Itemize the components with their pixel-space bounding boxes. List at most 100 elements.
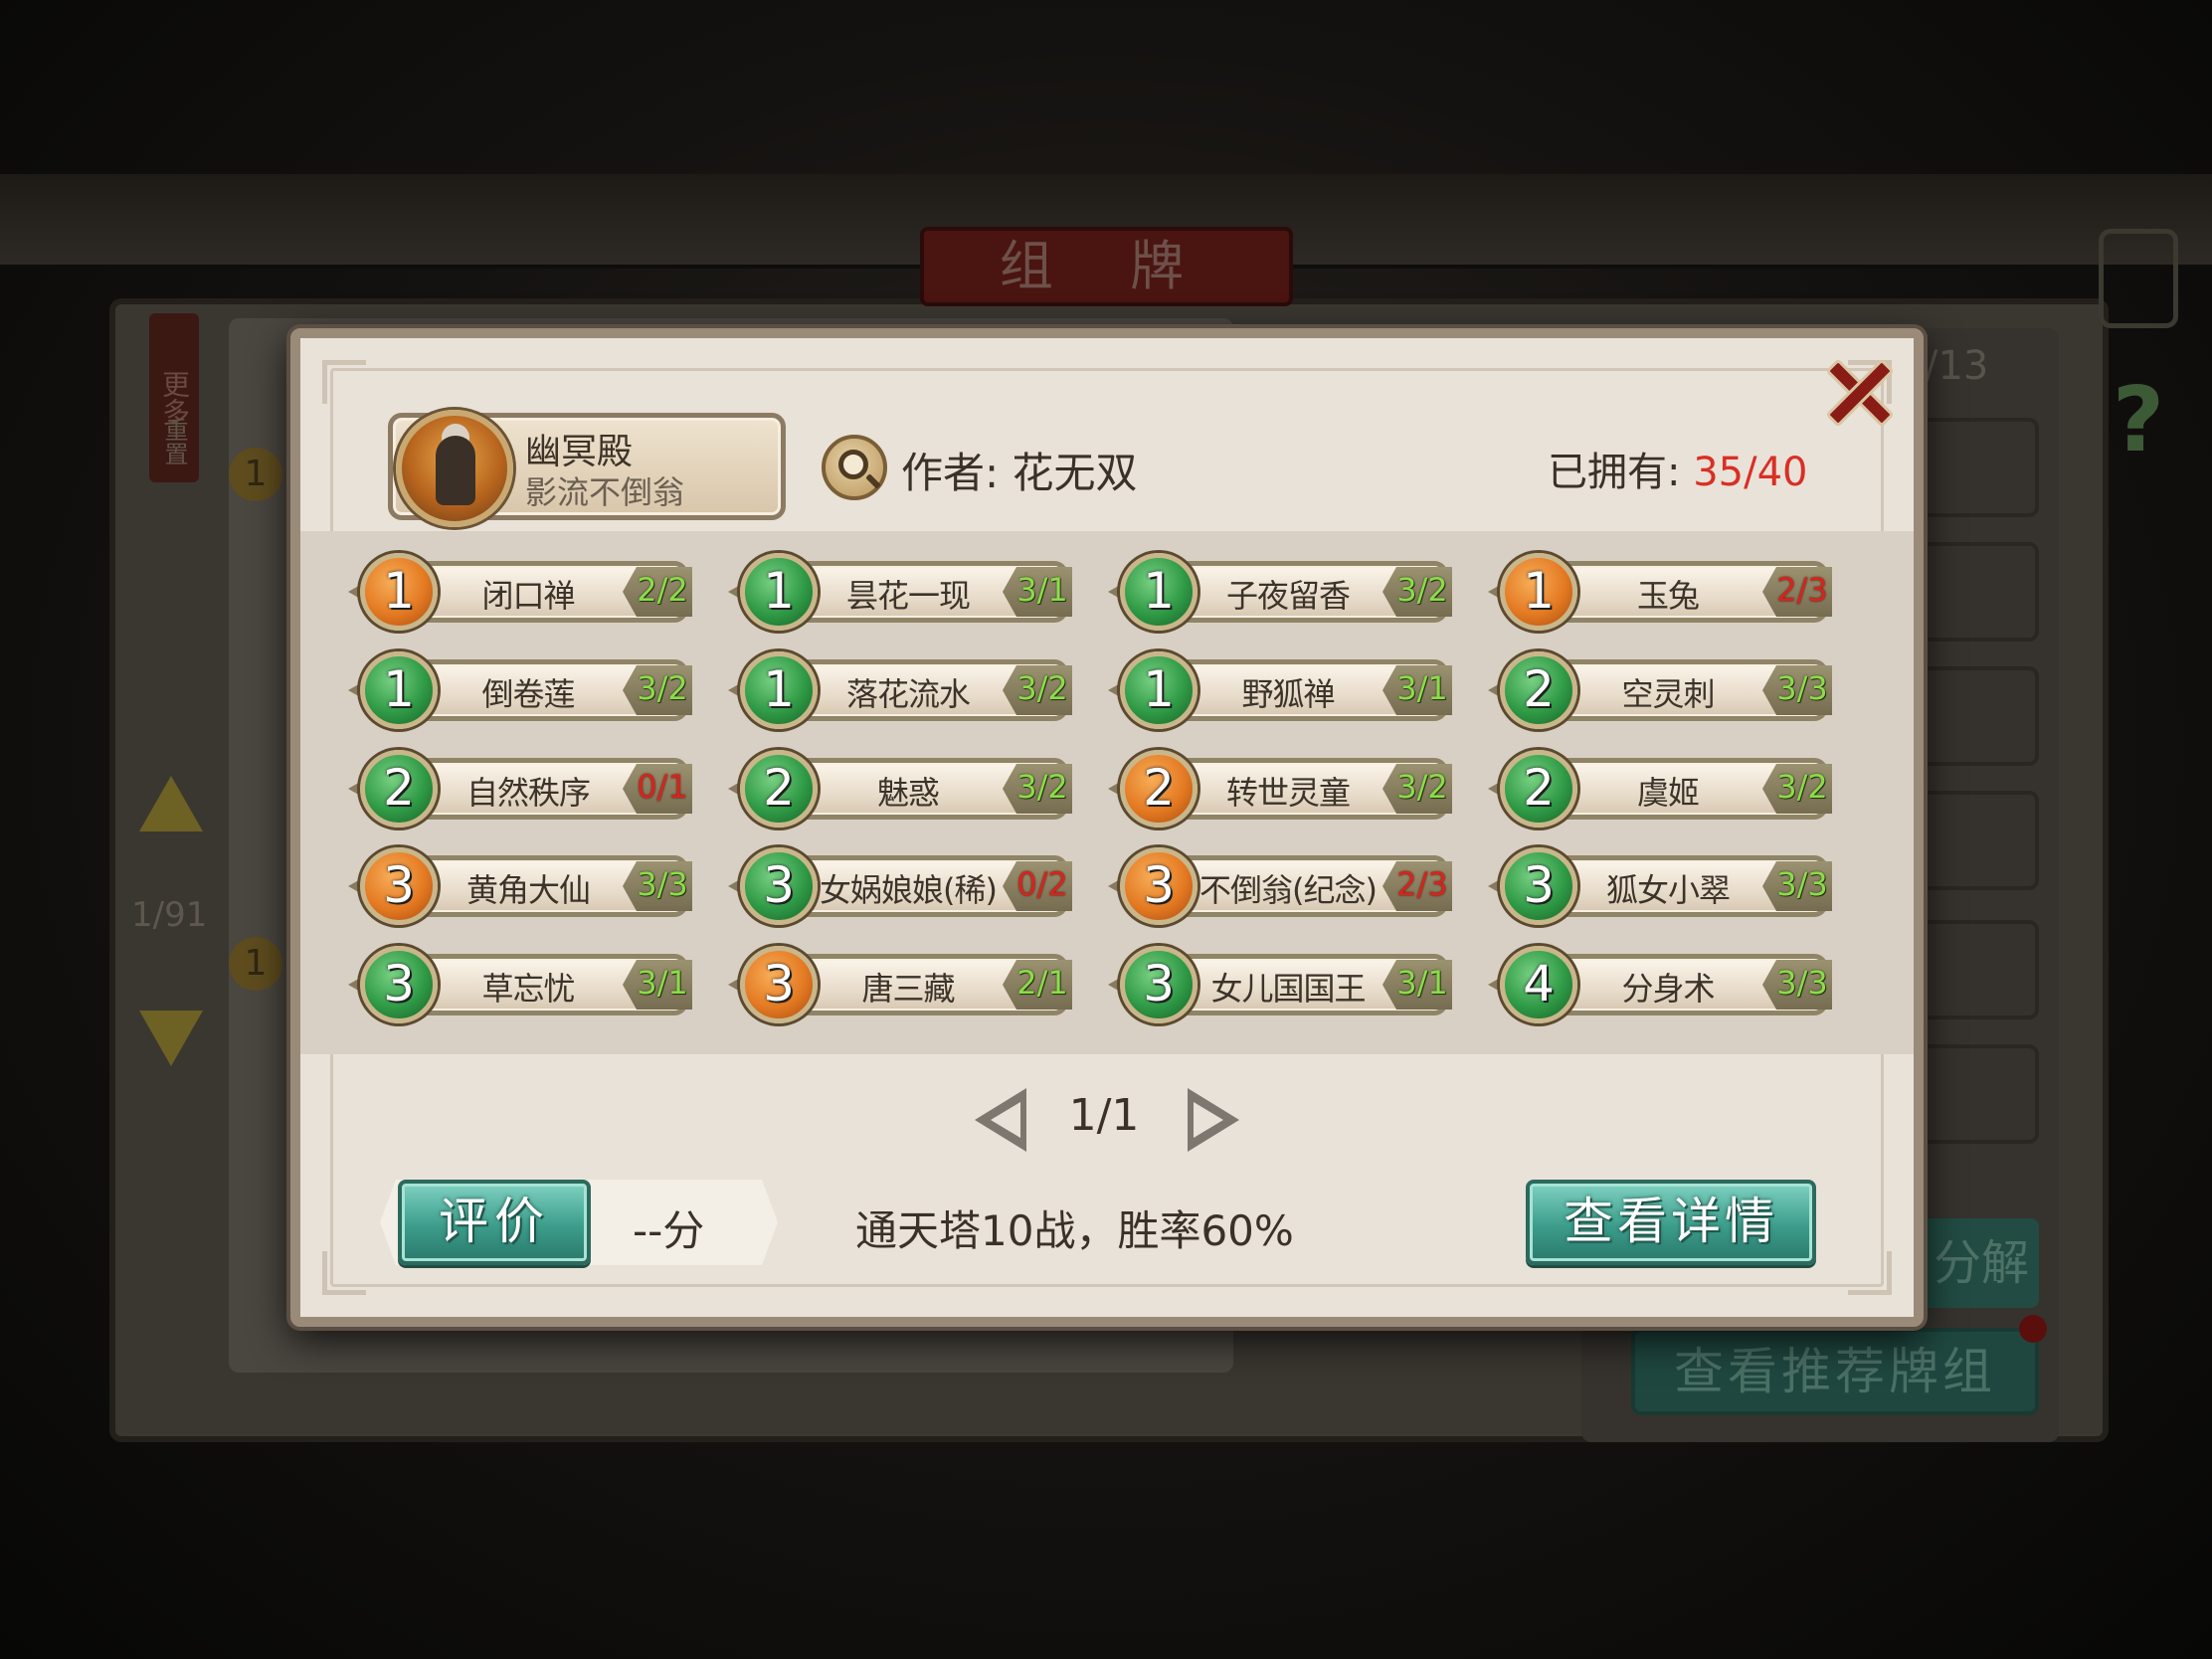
card-slot[interactable]: 1 闭口禅 2/2 (348, 553, 696, 631)
owned-count: 已拥有: 35/40 (1548, 440, 1807, 497)
card-slot[interactable]: 2 空灵刺 3/3 (1488, 651, 1836, 729)
card-name: 空灵刺 (1621, 675, 1715, 713)
card-slot[interactable]: 1 子夜留香 3/2 (1108, 553, 1456, 631)
card-cost-badge: 3 (360, 946, 438, 1023)
card-name: 黄角大仙 (465, 871, 591, 909)
card-count: 2/3 (1396, 865, 1448, 903)
card-cost-badge: 2 (1500, 651, 1577, 729)
hero-avatar-figure (436, 436, 475, 505)
next-page-icon[interactable] (1184, 1088, 1243, 1152)
background-slot (1920, 1044, 2039, 1144)
close-icon[interactable] (1812, 346, 1902, 436)
card-count: 0/1 (637, 768, 688, 806)
author-label: 作者: 花无双 (901, 449, 1138, 497)
card-count: 3/1 (1396, 964, 1448, 1002)
card-count: 2/3 (1776, 571, 1828, 609)
card-name: 唐三藏 (861, 970, 955, 1008)
card-cost-badge: 2 (360, 750, 438, 828)
card-count: 3/3 (1776, 865, 1828, 903)
background-up-arrow-icon (139, 776, 203, 831)
tower-record: 通天塔10战，胜率60% (855, 1206, 1294, 1255)
hero-avatar (396, 410, 513, 527)
card-slot[interactable]: 3 草忘忧 3/1 (348, 946, 696, 1023)
background-slot (1920, 791, 2039, 890)
background-slot-badge: 1 (229, 937, 282, 991)
card-cost-badge: 1 (360, 651, 438, 729)
page-indicator: 1/1 (1068, 1090, 1140, 1141)
background-page-indicator: 1/91 (131, 895, 208, 935)
card-cost-badge: 1 (740, 553, 818, 631)
card-name: 狐女小翠 (1605, 871, 1731, 909)
card-name: 落花流水 (845, 675, 971, 713)
background-slot (1920, 542, 2039, 642)
card-cost-badge: 1 (360, 553, 438, 631)
card-count: 3/2 (1776, 768, 1828, 806)
background-slot (1920, 920, 2039, 1019)
background-slot (1920, 418, 2039, 517)
card-cost-badge: 3 (1500, 847, 1577, 925)
card-count: 2/1 (1016, 964, 1068, 1002)
card-cost-badge: 2 (740, 750, 818, 828)
background-slot-badge: 1 (229, 448, 282, 501)
owned-value: 35/40 (1693, 450, 1808, 495)
card-name: 倒卷莲 (481, 675, 575, 713)
card-count: 3/3 (637, 865, 688, 903)
game-screen: 组 牌 更多 重置 1/91 1 1 /13 分解 查看推荐牌组 ? 幽冥殿 影… (0, 0, 2212, 1659)
search-icon-handle (865, 473, 881, 489)
card-slot[interactable]: 1 玉兔 2/3 (1488, 553, 1836, 631)
background-help-icon: ? (2112, 368, 2165, 472)
frame-corner-ornament (1848, 1251, 1892, 1295)
card-cost-badge: 1 (1120, 651, 1198, 729)
card-name: 不倒翁(纪念) (1199, 871, 1378, 909)
card-count: 3/2 (1016, 669, 1068, 707)
search-icon-lens (838, 450, 868, 479)
card-slot[interactable]: 3 唐三藏 2/1 (728, 946, 1076, 1023)
card-count: 3/1 (1016, 571, 1068, 609)
card-slot[interactable]: 1 倒卷莲 3/2 (348, 651, 696, 729)
card-slot[interactable]: 2 虞姬 3/2 (1488, 750, 1836, 828)
card-slot[interactable]: 1 昙花一现 3/1 (728, 553, 1076, 631)
prev-page-icon[interactable] (971, 1088, 1030, 1152)
frame-corner-ornament (322, 360, 366, 404)
view-details-button[interactable]: 查看详情 (1526, 1180, 1816, 1265)
card-slot[interactable]: 3 女儿国国王 3/1 (1108, 946, 1456, 1023)
rate-button[interactable]: 评价 (398, 1180, 591, 1265)
card-slot[interactable]: 1 落花流水 3/2 (728, 651, 1076, 729)
card-name: 昙花一现 (845, 577, 971, 615)
card-name: 自然秩序 (465, 774, 591, 812)
frame-corner-ornament (322, 1251, 366, 1295)
card-cost-badge: 1 (1120, 553, 1198, 631)
card-cost-badge: 2 (1120, 750, 1198, 828)
card-count: 2/2 (637, 571, 688, 609)
card-count: 3/1 (637, 964, 688, 1002)
card-cost-badge: 4 (1500, 946, 1577, 1023)
card-name: 子夜留香 (1225, 577, 1351, 615)
card-cost-badge: 3 (360, 847, 438, 925)
card-cost-badge: 2 (1500, 750, 1577, 828)
search-icon[interactable] (822, 435, 887, 500)
background-slot (1920, 666, 2039, 766)
card-slot[interactable]: 3 不倒翁(纪念) 2/3 (1108, 847, 1456, 925)
background-recommend-button: 查看推荐牌组 (1631, 1328, 2039, 1415)
card-count: 3/2 (1396, 571, 1448, 609)
card-cost-badge: 3 (740, 946, 818, 1023)
card-name: 草忘忧 (481, 970, 575, 1008)
card-slot[interactable]: 3 女娲娘娘(稀) 0/2 (728, 847, 1076, 925)
card-count: 3/3 (1776, 669, 1828, 707)
background-reset-tab: 重置 (160, 418, 188, 465)
card-name: 野狐禅 (1241, 675, 1335, 713)
card-count: 3/2 (637, 669, 688, 707)
card-count: 3/3 (1776, 964, 1828, 1002)
card-slot[interactable]: 3 黄角大仙 3/3 (348, 847, 696, 925)
background-back-icon (2099, 229, 2178, 328)
card-slot[interactable]: 2 自然秩序 0/1 (348, 750, 696, 828)
card-slot[interactable]: 2 魅惑 3/2 (728, 750, 1076, 828)
background-notification-dot (2019, 1315, 2047, 1343)
owned-label: 已拥有: (1548, 450, 1694, 495)
card-slot[interactable]: 3 狐女小翠 3/3 (1488, 847, 1836, 925)
card-slot[interactable]: 2 转世灵童 3/2 (1108, 750, 1456, 828)
next-page-icon-inner (1194, 1102, 1223, 1138)
card-slot[interactable]: 1 野狐禅 3/1 (1108, 651, 1456, 729)
card-cost-badge: 1 (1500, 553, 1577, 631)
card-slot[interactable]: 4 分身术 3/3 (1488, 946, 1836, 1023)
